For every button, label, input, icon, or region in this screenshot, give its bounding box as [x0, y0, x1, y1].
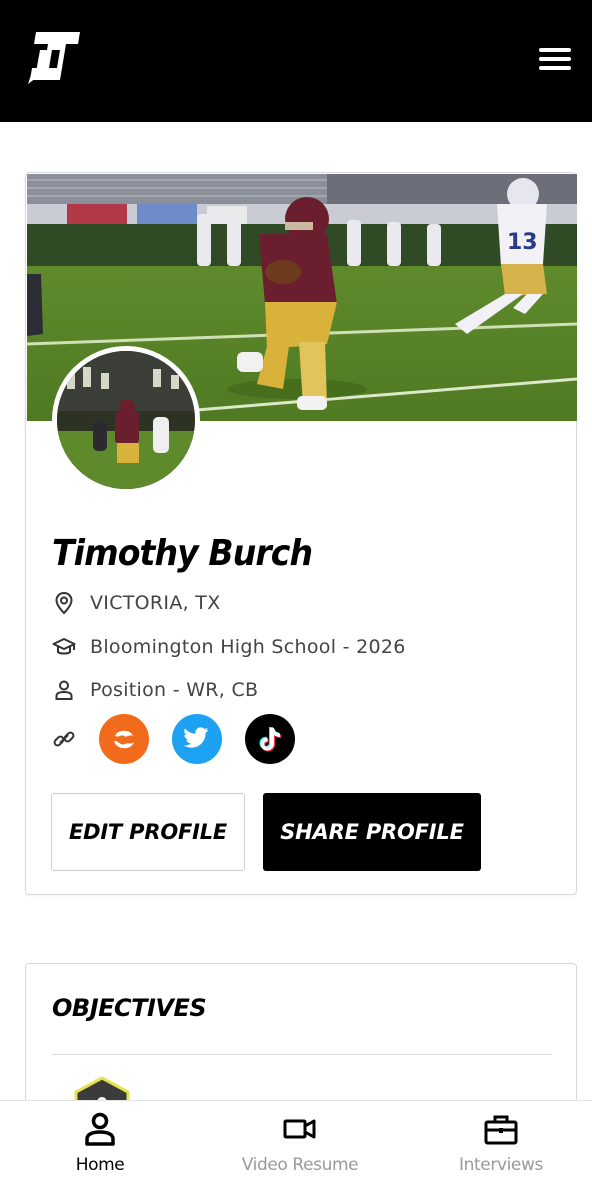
briefcase-icon [484, 1111, 518, 1147]
person-icon [52, 678, 76, 702]
top-bar [0, 0, 592, 122]
profile-name: Timothy Burch [52, 533, 313, 574]
share-profile-button[interactable]: SHARE PROFILE [263, 793, 481, 871]
twitter-icon[interactable] [172, 714, 222, 764]
video-camera-icon [283, 1111, 317, 1147]
location-pin-icon [52, 591, 76, 615]
nav-home-label: Home [75, 1155, 125, 1175]
divider [52, 1054, 552, 1055]
hamburger-menu-icon[interactable] [536, 44, 574, 74]
school-row: Bloomington High School - 2026 [52, 633, 406, 661]
objectives-title: OBJECTIVES [52, 994, 207, 1022]
location-text: VICTORIA, TX [90, 592, 221, 614]
bottom-nav: Home Video Resume Interviews [0, 1100, 592, 1200]
nav-home[interactable]: Home [10, 1101, 190, 1200]
school-text: Bloomington High School - 2026 [90, 636, 406, 658]
position-row: Position - WR, CB [52, 676, 258, 704]
brand-logo-icon[interactable] [26, 28, 84, 88]
profile-card: 13 Timothy Burch VICTORIA, TX Bloomingto… [25, 172, 577, 895]
position-text: Position - WR, CB [90, 679, 259, 701]
nav-interviews-label: Interviews [459, 1155, 543, 1175]
nav-interviews[interactable]: Interviews [411, 1101, 591, 1200]
hudl-icon[interactable] [99, 714, 149, 764]
avatar[interactable] [52, 346, 200, 494]
person-icon [83, 1111, 117, 1147]
edit-profile-button[interactable]: EDIT PROFILE [51, 793, 245, 871]
nav-video-resume[interactable]: Video Resume [210, 1101, 390, 1200]
location-row: VICTORIA, TX [52, 589, 221, 617]
link-icon [52, 727, 76, 751]
svg-text:13: 13 [507, 230, 538, 255]
social-links [52, 713, 295, 765]
tiktok-icon[interactable] [245, 714, 295, 764]
graduation-cap-icon [52, 635, 76, 659]
nav-video-resume-label: Video Resume [241, 1155, 359, 1175]
